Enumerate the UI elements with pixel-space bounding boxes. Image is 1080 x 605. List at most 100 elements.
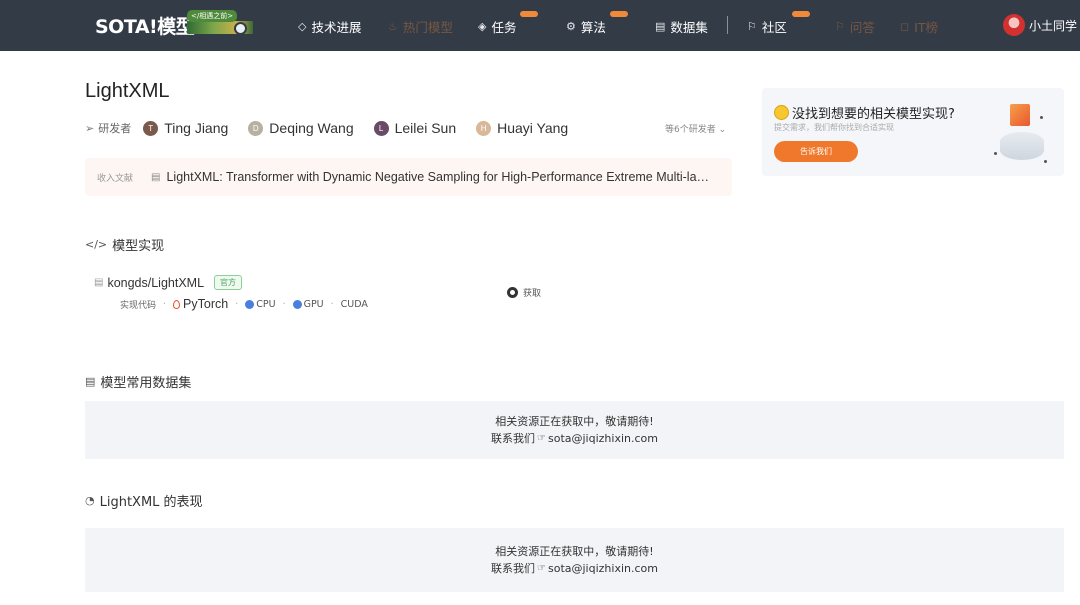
citation-label: 收入文献 [97,173,134,184]
new-badge [792,11,810,17]
author-name: Leilei Sun [394,120,457,136]
flag-icon: ⚐ [835,19,845,33]
hardware-label: GPU [303,298,324,310]
repo-icon: ▤ [94,277,104,288]
nav-item-community[interactable]: ⚐ 社区 [747,11,810,35]
section-heading-text: LightXML 的表现 [99,495,203,510]
request-model-card: 没找到想要的相关模型实现? 提交需求，我们帮你找到合适实现 告诉我们 [762,88,1064,176]
card-illustration [994,98,1048,170]
performance-empty-state: 相关资源正在获取中，敬请期待! 联系我们 ☞ sota@jiqizhixin.c… [85,528,1064,592]
author-chip[interactable]: D Deqing Wang [248,120,354,136]
author-avatar: L [373,120,389,136]
hardware-label: CPU [256,298,276,310]
nav-item-datasets[interactable]: ▤ 数据集 [655,17,708,35]
more-authors-toggle[interactable]: 等6个研发者 ⌄ [665,122,726,135]
author-name: Huayi Yang [497,120,569,136]
decor-dot [1040,116,1043,119]
decor-dot [994,152,997,155]
contact-label: 联系我们 [491,562,536,575]
request-button[interactable]: 告诉我们 [774,141,858,162]
chat-icon: ◻ [900,19,910,33]
section-heading-text: 模型常用数据集 [100,376,192,391]
chevron-down-icon: ⌄ [718,125,727,135]
nav-item-label: 问答 [849,19,875,35]
nav-item-label: 热门模型 [402,19,453,35]
nav-item-tech-progress[interactable]: ◇ 技术进展 [298,17,361,35]
section-heading-text: 模型实现 [112,239,165,254]
page-title: LightXML [85,80,170,102]
nav-item-it-rank[interactable]: ◻ IT榜 [900,17,938,35]
separator-dot: · [235,298,239,310]
nav-item-label: 任务 [491,19,517,35]
repo-row: ▤ kongds/LightXML 官方 [94,275,243,290]
document-icon: ▤ [151,171,161,183]
hand-pointer-icon: ☞ [537,563,546,574]
contact-row: 联系我们 ☞ sota@jiqizhixin.com [491,430,658,447]
author-chip[interactable]: L Leilei Sun [373,120,457,136]
section-heading-performance: ◔ LightXML 的表现 [85,491,203,510]
pedestal-illustration [1000,132,1044,160]
site-logo[interactable]: SOTA!模型 </相遇之前> [95,10,253,38]
framework-row: 实现代码 · PyTorch · CPU · GPU · CUDA [120,297,368,311]
hardware-cpu: CPU [245,298,276,310]
separator-dot: · [282,298,286,310]
speedometer-icon: ◔ [85,494,95,507]
chip-icon [245,299,255,309]
card-title-text: 没找到想要的相关模型实现? [792,107,955,122]
author-chip[interactable]: T Ting Jiang [143,120,228,136]
framework-pytorch: PyTorch [173,297,228,311]
section-heading-implementation: </> 模型实现 [85,235,164,254]
contact-row: 联系我们 ☞ sota@jiqizhixin.com [491,560,658,577]
nav-item-hot-models[interactable]: ♨ 热门模型 [388,17,453,35]
get-code-label: 获取 [523,289,542,299]
nav-item-algorithms[interactable]: ⚙ 算法 [566,11,628,35]
hand-pointer-icon: ☞ [537,433,546,444]
contact-label: 联系我们 [491,432,536,445]
nav-divider [727,16,728,34]
empty-state-text: 相关资源正在获取中，敬请期待! [495,415,654,428]
datasets-empty-state: 相关资源正在获取中，敬请期待! 联系我们 ☞ sota@jiqizhixin.c… [85,401,1064,459]
get-code-button[interactable]: 获取 [507,286,541,299]
top-nav-bar: SOTA!模型 </相遇之前> ◇ 技术进展 ♨ 热门模型 ◈ 任务 ⚙ 算法 … [0,0,1080,51]
author-avatar: T [143,120,159,136]
confused-face-icon [774,105,789,120]
user-menu[interactable]: 小土同学 [1003,14,1077,36]
nav-item-label: 算法 [580,19,606,35]
author-avatar: H [476,120,492,136]
pytorch-icon [173,299,181,309]
author-name: Deqing Wang [269,120,354,136]
cube-illustration [1010,104,1030,126]
flag-icon: ⚐ [747,19,757,33]
framework-name: PyTorch [183,297,229,311]
repo-link[interactable]: kongds/LightXML [107,276,204,290]
publisher-label-text: 研发者 [98,122,132,135]
database-icon: ▤ [85,375,96,388]
citation-link[interactable]: LightXML: Transformer with Dynamic Negat… [166,170,711,184]
avatar [1003,14,1025,36]
logo-illustration [187,21,253,35]
nav-item-label: 社区 [761,19,787,35]
author-chip[interactable]: H Huayi Yang [476,120,568,136]
framework-label: 实现代码 [120,300,157,311]
nav-item-qa[interactable]: ⚐ 问答 [835,17,875,35]
nav-item-label: 技术进展 [311,19,362,35]
new-badge [520,11,538,17]
gear-icon: ⚙ [566,19,576,33]
author-name: Ting Jiang [164,120,229,136]
github-icon [507,287,518,298]
hardware-label: CUDA [340,298,368,310]
nav-item-tasks[interactable]: ◈ 任务 [478,11,538,35]
contact-email-link[interactable]: sota@jiqizhixin.com [548,560,658,577]
user-name: 小土同学 [1029,18,1078,33]
author-avatar: D [248,120,264,136]
more-authors-label: 等6个研发者 [665,125,716,135]
cube-icon: ◇ [298,19,307,33]
publisher-label: ➢ 研发者 [85,120,131,136]
fire-icon: ♨ [388,19,398,33]
hardware-gpu: GPU [292,298,324,310]
new-badge [610,11,628,17]
implementation-entry: ▤ kongds/LightXML 官方 实现代码 · PyTorch · CP… [94,275,368,311]
contact-email-link[interactable]: sota@jiqizhixin.com [548,430,658,447]
nav-item-label: 数据集 [670,19,708,35]
nav-item-label: IT榜 [914,19,938,35]
